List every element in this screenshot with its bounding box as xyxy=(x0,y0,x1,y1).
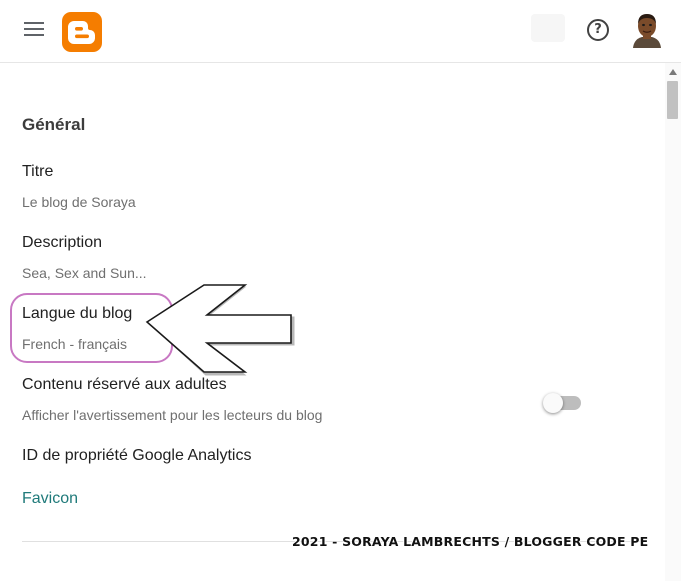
user-avatar[interactable] xyxy=(632,12,662,48)
help-icon[interactable]: ? xyxy=(587,19,609,41)
hamburger-menu-icon[interactable] xyxy=(24,22,44,38)
setting-adult-content-label: Contenu réservé aux adultes xyxy=(22,376,227,393)
setting-description-value[interactable]: Sea, Sex and Sun... xyxy=(22,265,147,281)
setting-title-label[interactable]: Titre xyxy=(22,163,53,181)
page-scrollbar[interactable] xyxy=(665,63,681,581)
watermark-text: 2021 - SORAYA LAMBRECHTS / BLOGGER CODE … xyxy=(292,534,649,549)
left-arrow-annotation xyxy=(145,284,295,376)
section-title-general: Général xyxy=(22,115,86,134)
setting-description-label[interactable]: Description xyxy=(22,234,102,252)
setting-analytics-label[interactable]: ID de propriété Google Analytics xyxy=(22,447,251,465)
toggle-knob xyxy=(543,393,563,413)
adult-content-toggle[interactable] xyxy=(543,393,583,413)
top-app-bar: ? xyxy=(0,0,681,63)
scroll-thumb[interactable] xyxy=(667,81,678,119)
hidden-toolbar-slot xyxy=(531,14,565,42)
setting-favicon-link[interactable]: Favicon xyxy=(22,490,78,508)
scroll-up-arrow-icon[interactable] xyxy=(669,69,677,75)
setting-adult-content-description: Afficher l'avertissement pour les lecteu… xyxy=(22,407,323,423)
blogger-logo-icon[interactable] xyxy=(62,12,102,52)
setting-title-value[interactable]: Le blog de Soraya xyxy=(22,194,136,210)
